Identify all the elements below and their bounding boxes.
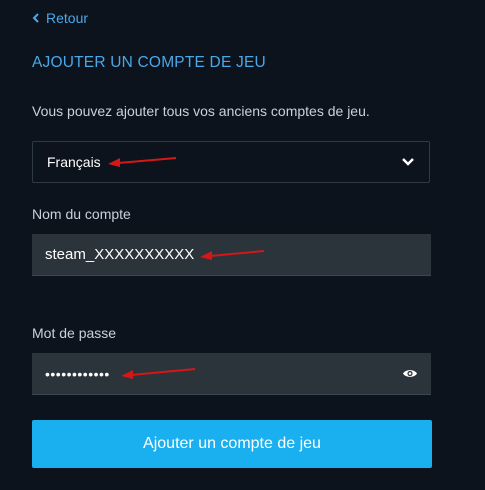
eye-icon	[403, 370, 417, 377]
page-description: Vous pouvez ajouter tous vos anciens com…	[32, 103, 370, 119]
back-label: Retour	[46, 10, 89, 26]
chevron-left-icon	[32, 13, 39, 23]
add-game-account-button[interactable]: Ajouter un compte de jeu	[32, 420, 432, 468]
account-name-field[interactable]: steam_XXXXXXXXXX	[32, 234, 431, 276]
password-field[interactable]: ••••••••••••	[32, 353, 431, 395]
language-select-value: Français	[47, 154, 101, 170]
page-title: AJOUTER UN COMPTE DE JEU	[32, 54, 266, 71]
password-label: Mot de passe	[32, 325, 117, 341]
password-value: ••••••••••••	[45, 365, 110, 382]
back-link[interactable]: Retour	[32, 10, 88, 26]
show-password-toggle[interactable]	[402, 368, 418, 379]
account-name-label: Nom du compte	[32, 206, 131, 222]
chevron-down-icon	[402, 158, 414, 166]
language-select[interactable]: Français	[32, 141, 430, 183]
account-name-value: steam_XXXXXXXXXX	[45, 246, 195, 263]
